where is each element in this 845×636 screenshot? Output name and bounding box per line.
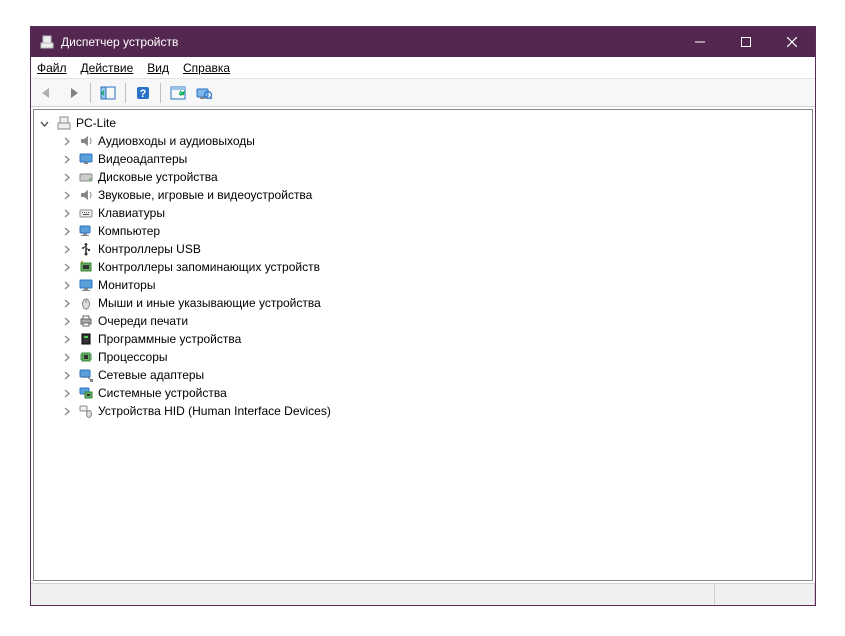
pc-icon: [78, 223, 94, 239]
help-button[interactable]: ?: [131, 82, 155, 104]
menu-action[interactable]: Действие: [81, 61, 134, 75]
titlebar[interactable]: Диспетчер устройств: [31, 27, 815, 57]
window-title: Диспетчер устройств: [61, 35, 677, 49]
system-icon: [78, 385, 94, 401]
tree-category-label: Сетевые адаптеры: [98, 368, 204, 382]
menu-help[interactable]: Справка: [183, 61, 230, 75]
device-manager-window: Диспетчер устройств Файл Действие Вид Сп…: [30, 26, 816, 606]
maximize-button[interactable]: [723, 27, 769, 57]
minimize-button[interactable]: [677, 27, 723, 57]
tree-category-label: Аудиовходы и аудиовыходы: [98, 134, 255, 148]
hid-icon: [78, 403, 94, 419]
expander-closed-icon[interactable]: [62, 227, 76, 236]
expander-closed-icon[interactable]: [62, 335, 76, 344]
mouse-icon: [78, 295, 94, 311]
software-device-icon: [78, 331, 94, 347]
expander-closed-icon[interactable]: [62, 281, 76, 290]
disk-icon: [78, 169, 94, 185]
audio-icon: [78, 133, 94, 149]
expander-closed-icon[interactable]: [62, 191, 76, 200]
tree-category-node[interactable]: Мониторы: [56, 276, 812, 294]
tree-category-node[interactable]: Клавиатуры: [56, 204, 812, 222]
close-button[interactable]: [769, 27, 815, 57]
svg-text:?: ?: [140, 88, 147, 100]
network-icon: [78, 367, 94, 383]
expander-closed-icon[interactable]: [62, 137, 76, 146]
tree-category-node[interactable]: Компьютер: [56, 222, 812, 240]
tree-category-node[interactable]: Контроллеры запоминающих устройств: [56, 258, 812, 276]
cpu-icon: [78, 349, 94, 365]
tree-category-label: Компьютер: [98, 224, 160, 238]
tree-category-label: Мыши и иные указывающие устройства: [98, 296, 321, 310]
expander-closed-icon[interactable]: [62, 173, 76, 182]
expander-closed-icon[interactable]: [62, 263, 76, 272]
tree-category-node[interactable]: Устройства HID (Human Interface Devices): [56, 402, 812, 420]
menu-file[interactable]: Файл: [37, 61, 67, 75]
tree-category-label: Контроллеры USB: [98, 242, 201, 256]
sound-icon: [78, 187, 94, 203]
expander-closed-icon[interactable]: [62, 245, 76, 254]
show-hide-tree-button[interactable]: [96, 82, 120, 104]
forward-button[interactable]: [61, 82, 85, 104]
tree-category-node[interactable]: Видеоадаптеры: [56, 150, 812, 168]
tree-category-node[interactable]: Контроллеры USB: [56, 240, 812, 258]
back-button[interactable]: [35, 82, 59, 104]
tree-category-label: Процессоры: [98, 350, 168, 364]
tree-category-label: Программные устройства: [98, 332, 241, 346]
computer-icon: [56, 115, 72, 131]
tree-category-label: Видеоадаптеры: [98, 152, 187, 166]
separator: [125, 83, 126, 103]
separator: [160, 83, 161, 103]
expander-closed-icon[interactable]: [62, 389, 76, 398]
usb-icon: [78, 241, 94, 257]
keyboard-icon: [78, 205, 94, 221]
toolbar: ?: [31, 79, 815, 107]
tree-category-node[interactable]: Очереди печати: [56, 312, 812, 330]
tree-category-node[interactable]: Процессоры: [56, 348, 812, 366]
statusbar: [31, 583, 815, 605]
printer-icon: [78, 313, 94, 329]
status-cell: [715, 584, 815, 605]
separator: [90, 83, 91, 103]
properties-button[interactable]: [166, 82, 190, 104]
tree-category-label: Звуковые, игровые и видеоустройства: [98, 188, 312, 202]
expander-closed-icon[interactable]: [62, 299, 76, 308]
expander-closed-icon[interactable]: [62, 317, 76, 326]
display-adapter-icon: [78, 151, 94, 167]
expander-closed-icon[interactable]: [62, 353, 76, 362]
tree-category-label: Устройства HID (Human Interface Devices): [98, 404, 331, 418]
storage-controller-icon: [78, 259, 94, 275]
tree-category-node[interactable]: Мыши и иные указывающие устройства: [56, 294, 812, 312]
scan-hardware-button[interactable]: [192, 82, 216, 104]
expander-closed-icon[interactable]: [62, 209, 76, 218]
status-cell: [31, 584, 615, 605]
tree-category-label: Дисковые устройства: [98, 170, 218, 184]
expander-closed-icon[interactable]: [62, 371, 76, 380]
tree-root-label: PC-Lite: [76, 116, 116, 130]
app-icon: [39, 34, 55, 50]
monitor-icon: [78, 277, 94, 293]
menubar: Файл Действие Вид Справка: [31, 57, 815, 79]
tree-category-node[interactable]: Сетевые адаптеры: [56, 366, 812, 384]
device-tree: PC-Lite Аудиовходы и аудиовыходы Видеоада…: [34, 114, 812, 420]
tree-category-node[interactable]: Программные устройства: [56, 330, 812, 348]
tree-category-node[interactable]: Аудиовходы и аудиовыходы: [56, 132, 812, 150]
tree-category-label: Мониторы: [98, 278, 155, 292]
expander-closed-icon[interactable]: [62, 407, 76, 416]
tree-category-label: Клавиатуры: [98, 206, 165, 220]
tree-category-label: Системные устройства: [98, 386, 227, 400]
expander-closed-icon[interactable]: [62, 155, 76, 164]
tree-category-label: Контроллеры запоминающих устройств: [98, 260, 320, 274]
menu-view[interactable]: Вид: [147, 61, 169, 75]
tree-category-node[interactable]: Системные устройства: [56, 384, 812, 402]
device-tree-panel[interactable]: PC-Lite Аудиовходы и аудиовыходы Видеоада…: [33, 109, 813, 581]
tree-root-node[interactable]: PC-Lite: [34, 114, 812, 132]
tree-category-label: Очереди печати: [98, 314, 188, 328]
expander-open-icon[interactable]: [40, 119, 54, 128]
tree-category-node[interactable]: Дисковые устройства: [56, 168, 812, 186]
tree-category-node[interactable]: Звуковые, игровые и видеоустройства: [56, 186, 812, 204]
status-cell: [615, 584, 715, 605]
